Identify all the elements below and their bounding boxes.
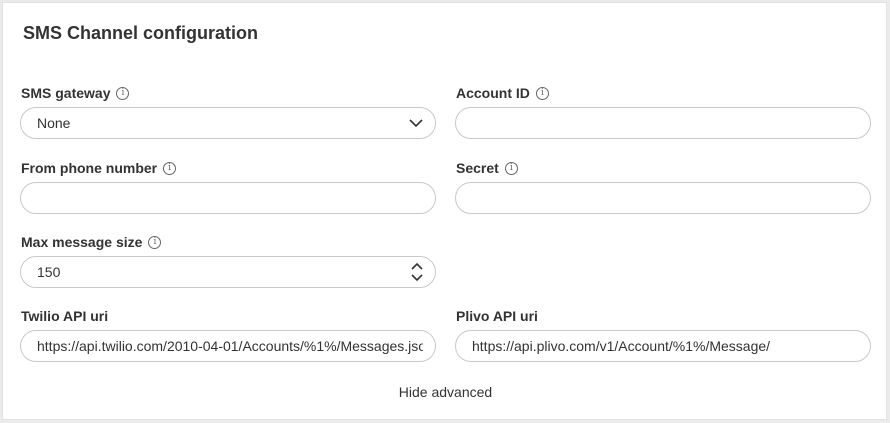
- from-phone-input[interactable]: [20, 182, 436, 214]
- info-icon[interactable]: i: [163, 161, 177, 175]
- max-message-size-stepper[interactable]: 150: [20, 256, 436, 288]
- up-down-arrows-icon[interactable]: [411, 257, 423, 287]
- account-id-input[interactable]: [455, 107, 871, 139]
- twilio-api-uri-input[interactable]: [20, 330, 436, 362]
- plivo-api-uri-label: Plivo API uri: [456, 308, 538, 324]
- secret-label-text: Secret: [456, 160, 499, 176]
- plivo-api-uri-field[interactable]: [472, 338, 858, 354]
- account-id-label-text: Account ID: [456, 85, 530, 101]
- secret-field[interactable]: [472, 190, 858, 206]
- from-phone-label: From phone number i: [21, 160, 177, 176]
- plivo-api-uri-label-text: Plivo API uri: [456, 308, 538, 324]
- info-icon[interactable]: i: [116, 86, 130, 100]
- from-phone-field[interactable]: [37, 190, 423, 206]
- twilio-api-uri-field[interactable]: [37, 338, 423, 354]
- max-message-size-label: Max message size i: [21, 234, 162, 250]
- account-id-label: Account ID i: [456, 85, 549, 101]
- from-phone-label-text: From phone number: [21, 160, 158, 176]
- max-message-size-value: 150: [37, 264, 61, 280]
- secret-label: Secret i: [456, 160, 518, 176]
- account-id-field[interactable]: [472, 115, 858, 131]
- chevron-down-icon: [409, 116, 423, 130]
- max-message-size-label-text: Max message size: [21, 234, 143, 250]
- plivo-api-uri-input[interactable]: [455, 330, 871, 362]
- sms-gateway-label: SMS gateway i: [21, 85, 130, 101]
- twilio-api-uri-label-text: Twilio API uri: [21, 308, 109, 324]
- secret-input[interactable]: [455, 182, 871, 214]
- sms-gateway-select[interactable]: None: [20, 107, 436, 139]
- info-icon[interactable]: i: [535, 86, 549, 100]
- page-title: SMS Channel configuration: [23, 23, 259, 43]
- hide-advanced-link[interactable]: Hide advanced: [3, 384, 888, 400]
- sms-gateway-label-text: SMS gateway: [21, 85, 111, 101]
- sms-channel-panel: SMS Channel configuration SMS gateway i …: [2, 2, 887, 420]
- info-icon[interactable]: i: [504, 161, 518, 175]
- info-icon[interactable]: i: [148, 235, 162, 249]
- sms-gateway-value: None: [37, 115, 71, 131]
- twilio-api-uri-label: Twilio API uri: [21, 308, 108, 324]
